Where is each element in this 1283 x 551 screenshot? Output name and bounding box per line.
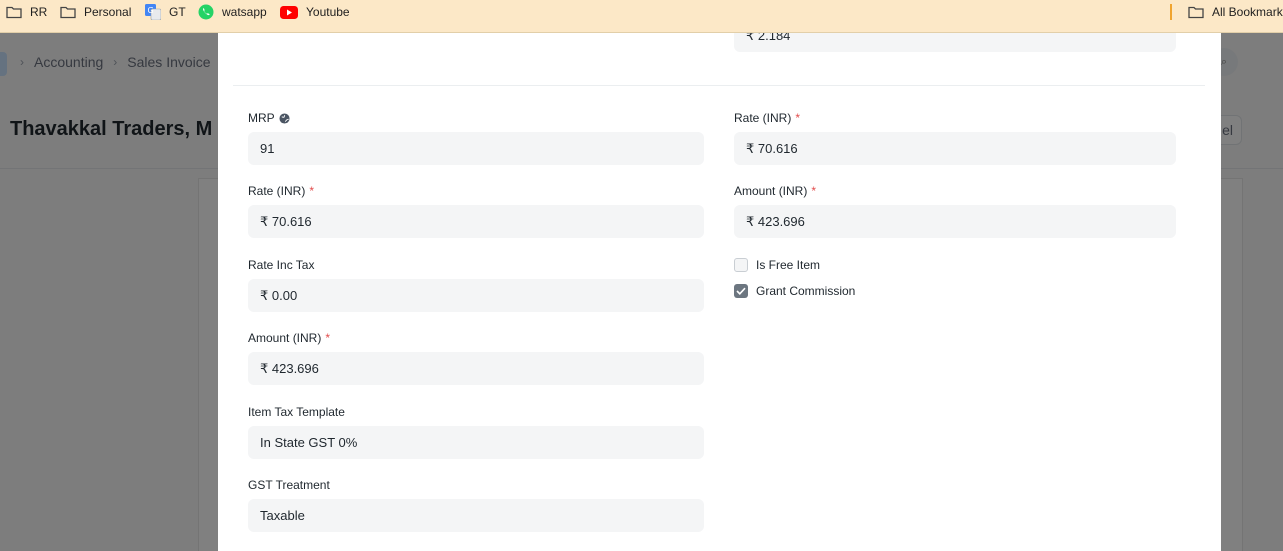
rate-right-label: Rate (INR) * — [734, 111, 800, 125]
amount-field[interactable]: ₹ 423.696 — [248, 352, 704, 385]
amount-right-field[interactable]: ₹ 423.696 — [734, 205, 1176, 238]
grant-commission-row[interactable]: Grant Commission — [734, 283, 855, 299]
bookmark-watsapp[interactable]: watsapp — [198, 0, 267, 24]
rate-inc-tax-field[interactable]: ₹ 0.00 — [248, 279, 704, 312]
folder-icon — [1188, 6, 1204, 19]
rate-right-label-text: Rate (INR) — [734, 111, 792, 125]
required-marker: * — [795, 111, 801, 125]
youtube-icon — [280, 5, 298, 19]
bookmark-label: Personal — [84, 5, 132, 19]
folder-icon — [6, 6, 22, 19]
bookmark-youtube[interactable]: Youtube — [280, 0, 350, 24]
amount-label: Amount (INR) * — [248, 331, 330, 345]
page-title: Thavakkal Traders, M — [10, 118, 213, 140]
item-edit-dialog: ₹ 2.184 MRP 91 Rate (INR) * ₹ 70.616 Rat… — [218, 33, 1221, 551]
breadcrumb: › Accounting › Sales Invoice — [20, 54, 211, 70]
breadcrumb-accounting: Accounting — [34, 54, 104, 70]
rate-inc-tax-label: Rate Inc Tax — [248, 258, 315, 272]
is-free-item-checkbox[interactable] — [734, 258, 748, 272]
bookmarks-bar: RR Personal G GT watsapp Youtube All Boo… — [0, 0, 1283, 33]
all-bookmarks[interactable]: All Bookmarks — [1188, 0, 1283, 24]
breadcrumb-sales-invoice: Sales Invoice — [127, 54, 211, 70]
rate-label-text: Rate (INR) — [248, 184, 306, 198]
all-bookmarks-label: All Bookmarks — [1212, 5, 1283, 19]
required-marker: * — [811, 184, 817, 198]
amount-label-text: Amount (INR) — [248, 331, 322, 345]
gst-treatment-field[interactable]: Taxable — [248, 499, 704, 532]
bookmark-personal[interactable]: Personal — [60, 0, 131, 24]
folder-icon — [60, 6, 76, 19]
bookmark-label: watsapp — [222, 5, 267, 19]
sidebar-toggle — [0, 52, 7, 76]
whatsapp-icon — [198, 4, 214, 20]
mrp-label-text: MRP — [248, 111, 275, 125]
bookmark-label: RR — [30, 5, 48, 19]
bookmark-rr[interactable]: RR — [6, 0, 47, 24]
bookmark-label: GT — [169, 5, 186, 19]
rate-label: Rate (INR) * — [248, 184, 314, 198]
mrp-label: MRP — [248, 111, 290, 125]
is-free-item-row[interactable]: Is Free Item — [734, 257, 820, 273]
is-free-item-label: Is Free Item — [756, 258, 821, 272]
rate-field[interactable]: ₹ 70.616 — [248, 205, 704, 238]
svg-text:G: G — [148, 6, 154, 15]
required-marker: * — [309, 184, 315, 198]
chevron-right-icon: › — [113, 55, 118, 69]
checkmark-icon — [736, 287, 746, 295]
globe-icon — [279, 112, 290, 124]
item-tax-template-field[interactable]: In State GST 0% — [248, 426, 704, 459]
item-tax-template-label: Item Tax Template — [248, 405, 345, 419]
amount-right-label-text: Amount (INR) — [734, 184, 808, 198]
amount-right-label: Amount (INR) * — [734, 184, 816, 198]
bookmark-gt[interactable]: G GT — [145, 0, 186, 24]
google-translate-icon: G — [145, 4, 161, 20]
required-marker: * — [325, 331, 331, 345]
grant-commission-checkbox[interactable] — [734, 284, 748, 298]
top-partial-field[interactable]: ₹ 2.184 — [734, 33, 1176, 52]
mrp-field[interactable]: 91 — [248, 132, 704, 165]
gst-treatment-label: GST Treatment — [248, 478, 330, 492]
section-divider — [233, 85, 1205, 86]
chevron-right-icon: › — [20, 55, 24, 69]
rate-right-field[interactable]: ₹ 70.616 — [734, 132, 1176, 165]
grant-commission-label: Grant Commission — [756, 284, 856, 298]
bookmark-label: Youtube — [306, 5, 350, 19]
bookmarks-separator — [1170, 4, 1172, 20]
